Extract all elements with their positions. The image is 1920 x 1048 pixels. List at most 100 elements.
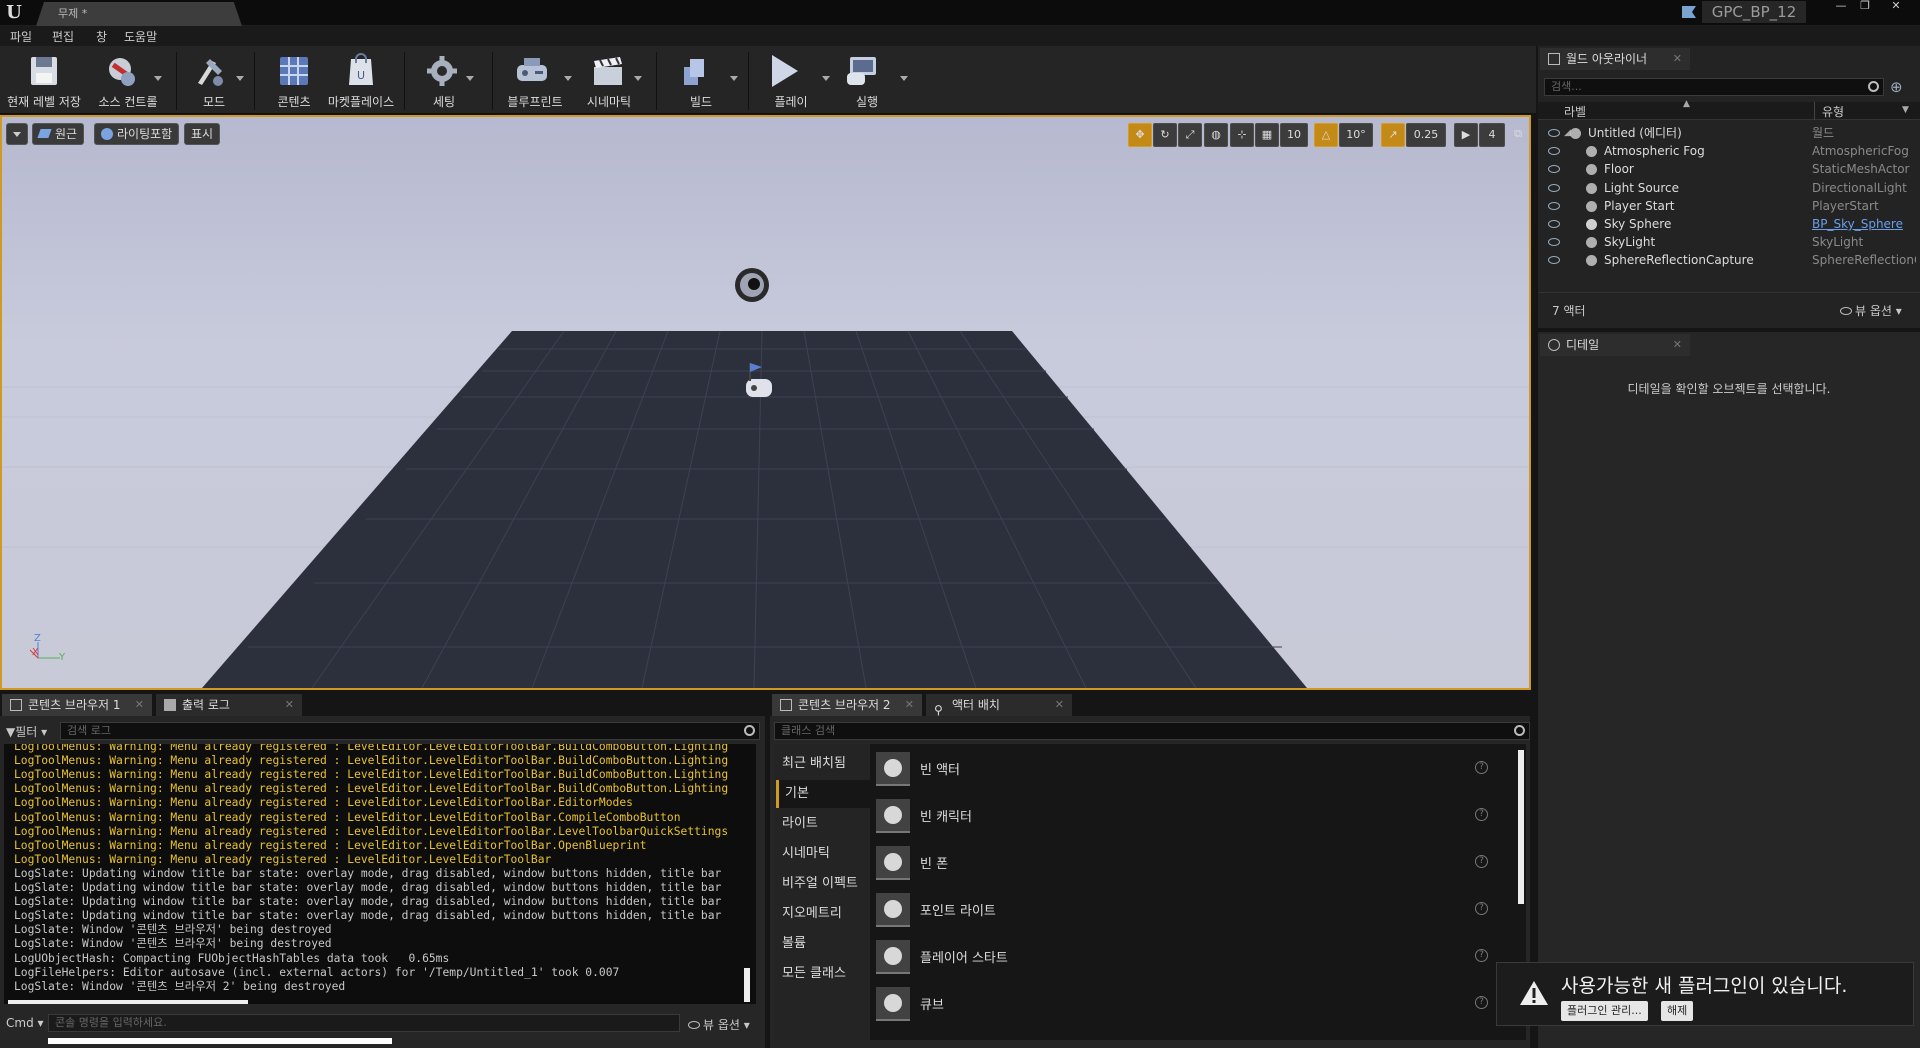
document-tab[interactable]: 무제 * <box>36 2 242 26</box>
filter-dropdown[interactable]: ▼필터 ▾ <box>6 723 47 740</box>
save-level-button[interactable]: 현재 레벨 저장 <box>4 50 84 110</box>
help-icon[interactable]: ? <box>1475 855 1488 868</box>
unreal-logo-icon[interactable]: U <box>3 2 25 24</box>
outliner-row[interactable]: SkyLight SkyLight <box>1538 233 1920 251</box>
outliner-row[interactable]: SphereReflectionCapture SphereReflectionC <box>1538 251 1920 269</box>
visibility-eye-icon[interactable] <box>1548 256 1560 265</box>
content-button[interactable]: 콘텐츠 <box>262 50 326 110</box>
settings-button[interactable]: 세팅 <box>412 50 476 110</box>
close-icon[interactable]: ✕ <box>1878 0 1914 14</box>
camera-speed-value[interactable]: 4 <box>1479 123 1505 147</box>
viewport-options-dropdown[interactable] <box>6 123 28 145</box>
close-tab-icon[interactable]: ✕ <box>1055 694 1064 716</box>
visibility-eye-icon[interactable] <box>1548 129 1560 137</box>
rotation-snap-value[interactable]: 10° <box>1339 123 1373 147</box>
category-item[interactable]: 비주얼 이펙트 <box>776 870 872 898</box>
translate-tool-icon[interactable]: ✥ <box>1128 123 1152 147</box>
category-item[interactable]: 시네마틱 <box>776 840 872 868</box>
actor-list-item[interactable]: 큐브? <box>870 981 1510 1025</box>
play-button[interactable]: 플레이 <box>756 50 830 110</box>
menu-edit[interactable]: 편집 <box>52 28 74 45</box>
close-tab-icon[interactable]: ✕ <box>135 694 144 716</box>
log-area[interactable]: LogToolMenus: Warning: Menu already regi… <box>4 744 756 1004</box>
grid-snap-value[interactable]: 10 <box>1280 123 1308 147</box>
help-icon[interactable]: ? <box>1475 902 1488 915</box>
actor-list-item[interactable]: 빈 액터? <box>870 746 1510 790</box>
rotation-snap-icon[interactable]: △ <box>1314 123 1338 147</box>
dismiss-button[interactable]: 해제 <box>1661 1001 1694 1021</box>
close-tab-icon[interactable]: ✕ <box>1673 48 1682 70</box>
log-scrollbar[interactable] <box>744 968 750 1002</box>
outliner-row[interactable]: ◢ Untitled (에디터) 월드 <box>1538 124 1920 142</box>
close-tab-icon[interactable]: ✕ <box>285 694 294 716</box>
actor-list-item[interactable]: 플레이어 스타트? <box>870 934 1510 978</box>
column-label[interactable]: 라벨 <box>1564 103 1586 120</box>
visibility-eye-icon[interactable] <box>1548 147 1560 156</box>
category-item[interactable]: 모든 클래스 <box>776 960 872 988</box>
show-button[interactable]: 표시 <box>184 123 221 145</box>
tab-content-browser-2[interactable]: 콘텐츠 브라우저 2 ✕ <box>772 694 922 716</box>
tab-output-log[interactable]: 출력 로그 ✕ <box>156 694 302 716</box>
bookmark-icon[interactable] <box>1680 5 1698 19</box>
category-item[interactable]: 지오메트리 <box>776 900 872 928</box>
column-type[interactable]: 유형 <box>1814 103 1844 120</box>
menu-window[interactable]: 창 <box>96 28 107 45</box>
tab-world-outliner[interactable]: 월드 아웃라이너 ✕ <box>1540 48 1690 70</box>
build-button[interactable]: 빌드 <box>666 50 738 110</box>
outliner-search-input[interactable]: 검색... <box>1544 78 1884 96</box>
log-hscrollbar[interactable] <box>8 1000 248 1004</box>
source-control-button[interactable]: 소스 컨트롤 <box>88 50 168 110</box>
close-tab-icon[interactable]: ✕ <box>1673 334 1682 356</box>
help-icon[interactable]: ? <box>1475 949 1488 962</box>
console-input[interactable]: 콘솔 명령을 입력하세요. <box>48 1014 680 1032</box>
grid-snap-icon[interactable]: ▦ <box>1255 123 1279 147</box>
actor-list-item[interactable]: 빈 캐릭터? <box>870 793 1510 837</box>
maximize-icon[interactable]: ❐ <box>1854 0 1876 14</box>
visibility-eye-icon[interactable] <box>1548 201 1560 210</box>
lit-mode-button[interactable]: 라이팅포함 <box>94 123 180 145</box>
category-item[interactable]: 라이트 <box>776 810 872 838</box>
minimize-icon[interactable]: — <box>1830 0 1852 14</box>
outliner-view-options[interactable]: 뷰 옵션 ▾ <box>1840 302 1902 319</box>
actor-list-scrollbar[interactable] <box>1518 750 1524 904</box>
category-item[interactable]: 최근 배치됨 <box>776 750 872 778</box>
visibility-eye-icon[interactable] <box>1548 183 1560 192</box>
tab-details[interactable]: 디테일 ✕ <box>1540 334 1690 356</box>
add-folder-icon[interactable]: ⊕ <box>1890 78 1910 96</box>
camera-speed-icon[interactable]: ▶ <box>1454 123 1478 147</box>
outliner-row[interactable]: Light Source DirectionalLight <box>1538 179 1920 197</box>
scale-snap-value[interactable]: 0.25 <box>1406 123 1446 147</box>
class-search-input[interactable]: 클래스 검색 <box>774 722 1530 740</box>
outliner-row[interactable]: Floor StaticMeshActor <box>1538 160 1920 178</box>
modes-button[interactable]: 모드 <box>182 50 246 110</box>
visibility-eye-icon[interactable] <box>1548 238 1560 247</box>
menu-help[interactable]: 도움말 <box>124 28 157 45</box>
help-icon[interactable]: ? <box>1475 996 1488 1009</box>
scale-tool-icon[interactable]: ⤢ <box>1178 123 1202 147</box>
category-item[interactable]: 기본 <box>776 780 872 808</box>
actor-list-item[interactable]: 빈 폰? <box>870 840 1510 884</box>
cinematics-button[interactable]: 시네마틱 <box>576 50 642 110</box>
world-local-icon[interactable]: ◍ <box>1204 123 1228 147</box>
visibility-eye-icon[interactable] <box>1548 220 1560 228</box>
visibility-eye-icon[interactable] <box>1548 165 1560 174</box>
close-tab-icon[interactable]: ✕ <box>905 694 914 716</box>
help-icon[interactable]: ? <box>1475 808 1488 821</box>
cmd-dropdown[interactable]: Cmd ▾ <box>6 1016 44 1030</box>
help-icon[interactable]: ? <box>1475 761 1488 774</box>
marketplace-button[interactable]: U 마켓플레이스 <box>326 50 396 110</box>
outliner-row[interactable]: Player Start PlayerStart <box>1538 197 1920 215</box>
surface-snap-icon[interactable]: ⊹ <box>1230 123 1254 147</box>
outliner-row[interactable]: Sky Sphere BP_Sky_Sphere <box>1538 215 1920 233</box>
tab-content-browser-1[interactable]: 콘텐츠 브라우저 1 ✕ <box>2 694 152 716</box>
maximize-viewport-icon[interactable]: ⧉ <box>1510 123 1526 147</box>
menu-file[interactable]: 파일 <box>10 28 32 45</box>
level-viewport[interactable]: Z X Y 원근 라이팅포함 표시 ✥ ↻ ⤢ ◍ ⊹ ▦ 10 △ 10° ↗… <box>0 115 1531 690</box>
rotate-tool-icon[interactable]: ↻ <box>1153 123 1177 147</box>
log-view-options[interactable]: 뷰 옵션 ▾ <box>688 1016 750 1033</box>
tab-place-actors[interactable]: ⚲ 액터 배치 ✕ <box>926 694 1072 717</box>
log-search-input[interactable]: 검색 로그 <box>60 722 760 740</box>
outliner-row[interactable]: Atmospheric Fog AtmosphericFog <box>1538 142 1920 160</box>
perspective-button[interactable]: 원근 <box>32 123 85 145</box>
blueprints-button[interactable]: 블루프린트 <box>500 50 572 110</box>
